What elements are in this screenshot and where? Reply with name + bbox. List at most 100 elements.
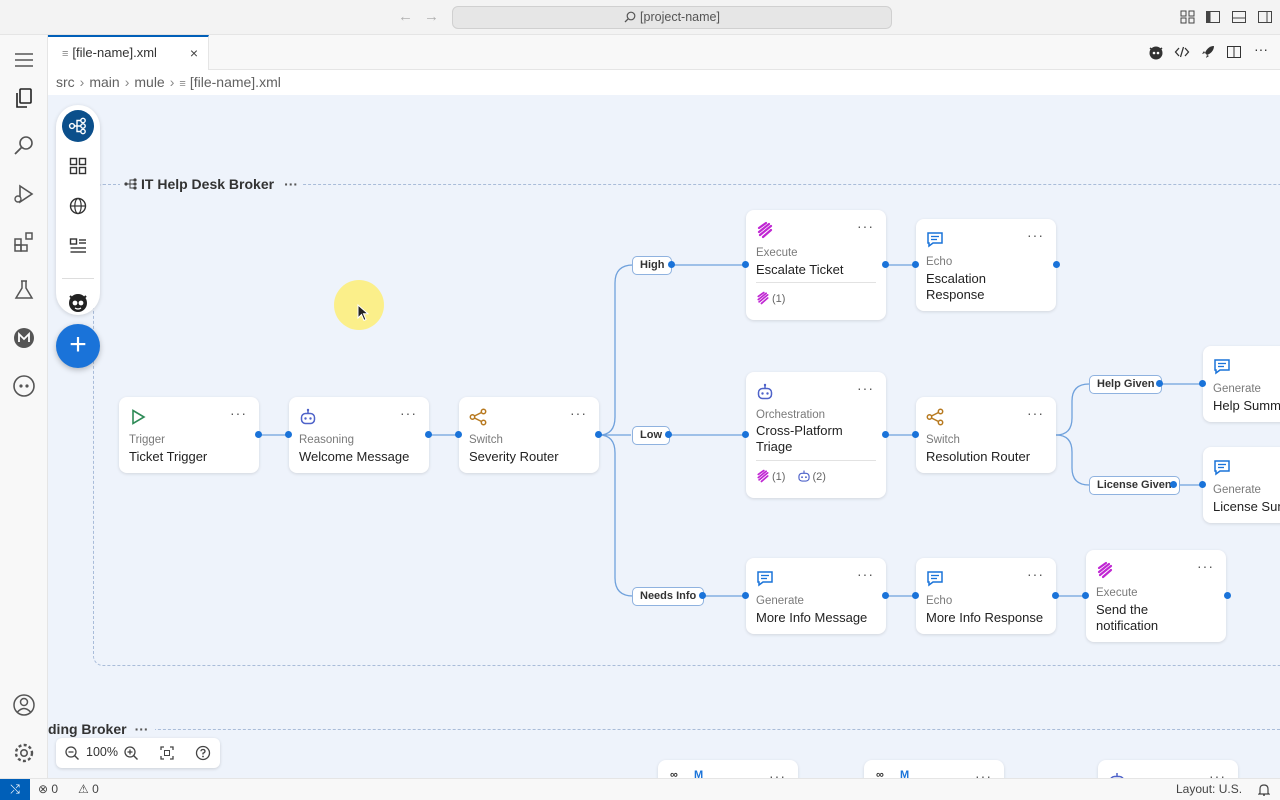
breadcrumb-item-src[interactable]: src	[56, 74, 75, 90]
node-cross-platform-triage[interactable]: ··· Orchestration Cross-Platform Triage …	[746, 372, 886, 498]
output-port[interactable]	[1224, 592, 1231, 599]
mulesoft-icon[interactable]	[12, 326, 36, 350]
input-port[interactable]	[455, 431, 462, 438]
node-more-icon[interactable]: ···	[975, 768, 992, 778]
input-port[interactable]	[912, 431, 919, 438]
node-more-icon[interactable]: ···	[857, 380, 874, 396]
notifications-bell-icon[interactable]	[1258, 783, 1270, 796]
input-port[interactable]	[1082, 592, 1089, 599]
toggle-panel-icon[interactable]	[1231, 9, 1247, 25]
back-arrow-icon[interactable]: ←	[398, 8, 413, 25]
output-port[interactable]	[255, 431, 262, 438]
agent-button[interactable]	[62, 286, 94, 318]
node-partial[interactable]: ∞ M ···	[658, 760, 798, 778]
group-more-icon[interactable]: ···	[284, 176, 298, 192]
branch-port[interactable]	[668, 261, 675, 268]
command-center-search[interactable]: [project-name]	[452, 6, 892, 29]
zoom-in-icon[interactable]	[123, 745, 139, 761]
forward-arrow-icon[interactable]: →	[424, 8, 439, 25]
input-port[interactable]	[742, 431, 749, 438]
keyboard-layout[interactable]: Layout: U.S.	[1176, 782, 1242, 796]
branch-port[interactable]	[1170, 481, 1177, 488]
node-help-summary[interactable]: Generate Help Summa	[1203, 346, 1280, 422]
agent-face-icon[interactable]	[1148, 44, 1164, 60]
branch-port[interactable]	[665, 431, 672, 438]
errors-status[interactable]: ⊗ 0	[38, 782, 58, 796]
node-more-icon[interactable]: ···	[1027, 227, 1044, 243]
branch-label-needs-info[interactable]: Needs Info	[632, 587, 705, 606]
group2-more-icon[interactable]: ···	[135, 721, 149, 737]
split-editor-icon[interactable]	[1226, 44, 1242, 60]
node-more-icon[interactable]: ···	[1209, 768, 1226, 778]
toggle-primary-sidebar-icon[interactable]	[1205, 9, 1221, 25]
breadcrumb-item-main[interactable]: main	[89, 74, 119, 90]
node-more-icon[interactable]: ···	[400, 405, 417, 421]
group2-title[interactable]: ding Broker ···	[48, 721, 155, 737]
node-more-icon[interactable]: ···	[570, 405, 587, 421]
help-icon[interactable]	[195, 745, 211, 761]
group-title[interactable]: IT Help Desk Broker ···	[120, 176, 303, 192]
branch-port[interactable]	[699, 592, 706, 599]
node-more-icon[interactable]: ···	[857, 218, 874, 234]
agent-icon[interactable]	[12, 374, 36, 398]
extensions-icon[interactable]	[12, 230, 36, 254]
node-more-icon[interactable]: ···	[857, 566, 874, 582]
input-port[interactable]	[285, 431, 292, 438]
flow-view-button[interactable]	[62, 110, 94, 142]
warnings-status[interactable]: ⚠ 0	[78, 782, 99, 796]
close-icon[interactable]: ×	[190, 45, 198, 61]
explorer-icon[interactable]	[12, 86, 36, 110]
toggle-secondary-sidebar-icon[interactable]	[1257, 9, 1273, 25]
node-more-icon[interactable]: ···	[1027, 566, 1044, 582]
output-port[interactable]	[1053, 261, 1060, 268]
output-port[interactable]	[882, 431, 889, 438]
output-port[interactable]	[882, 592, 889, 599]
output-port[interactable]	[595, 431, 602, 438]
breadcrumb-item-mule[interactable]: mule	[134, 74, 164, 90]
flow-canvas[interactable]: IT Help Desk Broker ··· ding Broker ··· + …	[48, 95, 1280, 778]
node-more-icon[interactable]: ···	[1197, 558, 1214, 574]
list-view-button[interactable]	[62, 230, 94, 262]
menu-icon[interactable]	[12, 48, 36, 72]
output-port[interactable]	[425, 431, 432, 438]
search-icon[interactable]	[12, 134, 36, 158]
fit-view-icon[interactable]	[159, 745, 175, 761]
node-partial[interactable]: ∞ M ···	[864, 760, 1004, 778]
branch-port[interactable]	[1156, 380, 1163, 387]
node-ticket-trigger[interactable]: ··· Trigger Ticket Trigger	[119, 397, 259, 473]
grid-view-button[interactable]	[62, 150, 94, 182]
output-port[interactable]	[1052, 592, 1059, 599]
input-port[interactable]	[742, 261, 749, 268]
node-welcome-message[interactable]: ··· Reasoning Welcome Message	[289, 397, 429, 473]
input-port[interactable]	[912, 592, 919, 599]
breadcrumb-item-file[interactable]: [file-name].xml	[190, 74, 281, 90]
zoom-out-icon[interactable]	[64, 745, 80, 761]
node-resolution-router[interactable]: ··· Switch Resolution Router	[916, 397, 1056, 473]
input-port[interactable]	[1199, 380, 1206, 387]
node-more-info-message[interactable]: ··· Generate More Info Message	[746, 558, 886, 634]
node-more-icon[interactable]: ···	[769, 768, 786, 778]
deploy-rocket-icon[interactable]	[1200, 44, 1216, 60]
tab-file[interactable]: ≡ [file-name].xml ×	[48, 35, 209, 70]
code-view-icon[interactable]	[1174, 44, 1190, 60]
output-port[interactable]	[882, 261, 889, 268]
node-partial[interactable]: ···	[1098, 760, 1238, 778]
add-node-button[interactable]: +	[56, 324, 100, 368]
testing-icon[interactable]	[12, 278, 36, 302]
customize-layout-icon[interactable]	[1180, 9, 1196, 25]
remote-indicator-icon[interactable]: ⤭	[0, 779, 30, 800]
input-port[interactable]	[742, 592, 749, 599]
account-icon[interactable]	[12, 693, 36, 717]
node-escalate-ticket[interactable]: ··· Execute Escalate Ticket (1)	[746, 210, 886, 320]
input-port[interactable]	[1199, 481, 1206, 488]
node-send-notification[interactable]: ··· Execute Send the notification	[1086, 550, 1226, 642]
node-severity-router[interactable]: ··· Switch Severity Router	[459, 397, 599, 473]
branch-label-license-given[interactable]: License Given	[1089, 476, 1180, 495]
globe-button[interactable]	[62, 190, 94, 222]
input-port[interactable]	[912, 261, 919, 268]
settings-gear-icon[interactable]	[12, 741, 36, 765]
node-escalation-response[interactable]: ··· Echo Escalation Response	[916, 219, 1056, 311]
branch-label-high[interactable]: High	[632, 256, 673, 275]
node-license-summary[interactable]: Generate License Sum	[1203, 447, 1280, 523]
more-actions-icon[interactable]: ···	[1254, 41, 1270, 57]
